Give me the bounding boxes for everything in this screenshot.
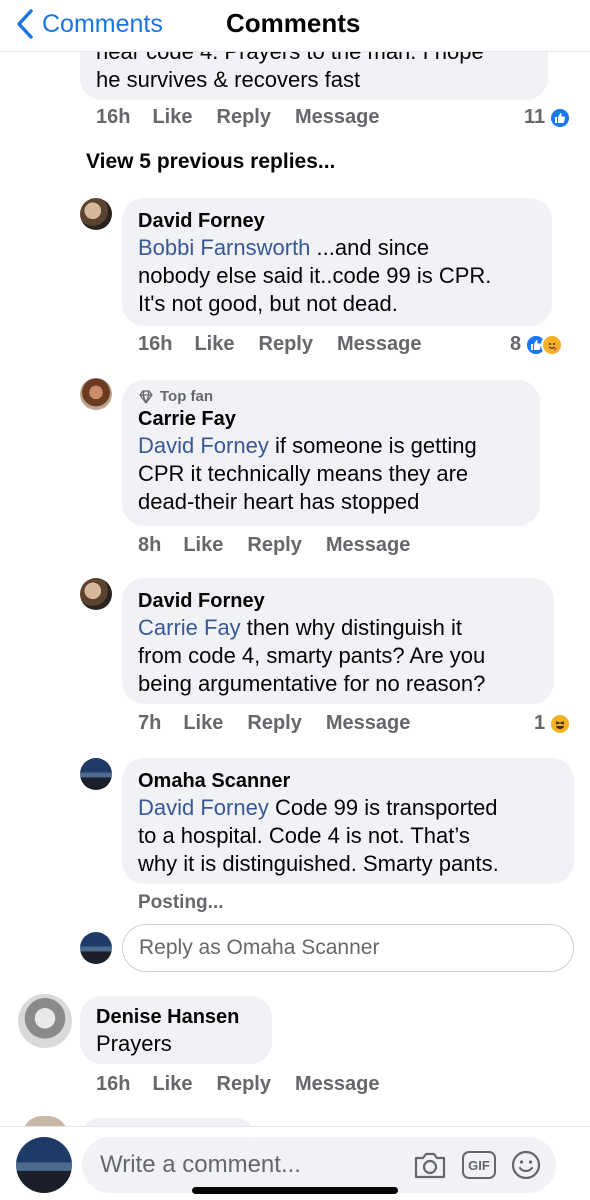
like-button[interactable]: Like xyxy=(152,106,192,129)
avatar xyxy=(16,1137,72,1193)
like-button[interactable]: Like xyxy=(152,1073,192,1096)
author-name[interactable]: David Forney xyxy=(138,208,536,234)
chevron-left-icon xyxy=(17,9,33,39)
gif-icon[interactable]: GIF xyxy=(462,1151,496,1179)
comment-text: he survives & recovers fast xyxy=(96,67,361,92)
reply-bubble: David Forney Bobbi Farnsworth ...and sin… xyxy=(122,198,552,326)
reaction-count: 1 xyxy=(534,712,546,734)
reply-bubble: Top fan Carrie Fay David Forney if someo… xyxy=(122,380,540,526)
reply-time: 8h xyxy=(138,534,162,556)
composer-placeholder: Write a comment... xyxy=(100,1151,301,1178)
reply-text: Carrie Fay then why distinguish it xyxy=(138,615,463,640)
message-button[interactable]: Message xyxy=(295,106,380,129)
comment-actions: 16h Like Reply Message xyxy=(96,106,403,129)
haha-reaction-icon xyxy=(549,712,572,735)
reply-text-line: to a hospital. Code 4 is not. That’s xyxy=(138,823,470,848)
reply-button[interactable]: Reply xyxy=(217,1073,271,1096)
reaction-summary[interactable]: 8 xyxy=(510,333,564,356)
emoji-icon[interactable] xyxy=(510,1149,542,1181)
avatar[interactable] xyxy=(18,994,72,1048)
reply-actions: 7h Like Reply Message xyxy=(138,712,434,735)
comment-text: Prayers xyxy=(96,1031,172,1056)
reply-text: David Forney if someone is getting xyxy=(138,433,477,458)
reply-text: David Forney Code 99 is transported xyxy=(138,795,498,820)
reaction-count: 8 xyxy=(510,333,522,355)
like-button[interactable]: Like xyxy=(183,712,223,735)
care-reaction-icon xyxy=(541,333,564,356)
reply-input-placeholder: Reply as Omaha Scanner xyxy=(139,936,380,959)
author-name[interactable]: Denise Hansen xyxy=(96,1004,256,1030)
reaction-count: 11 xyxy=(524,106,546,128)
reply-bubble: Omaha Scanner David Forney Code 99 is tr… xyxy=(122,758,574,884)
comment-time: 16h xyxy=(96,1073,131,1095)
home-indicator xyxy=(192,1187,398,1194)
camera-icon[interactable] xyxy=(412,1149,448,1181)
reply-bubble: David Forney Carrie Fay then why disting… xyxy=(122,578,554,704)
posting-status: Posting... xyxy=(138,892,224,913)
reply-actions: 8h Like Reply Message xyxy=(138,534,434,557)
like-button[interactable]: Like xyxy=(183,534,223,557)
avatar[interactable] xyxy=(80,578,112,610)
reply-text-line: why it is distinguished. Smarty pants. xyxy=(138,851,499,876)
comment-composer[interactable]: Write a comment... GIF xyxy=(82,1137,556,1193)
message-button[interactable]: Message xyxy=(295,1073,380,1096)
reaction-summary[interactable]: 1 xyxy=(534,712,572,735)
reply-button[interactable]: Reply xyxy=(217,106,271,129)
reply-time: 16h xyxy=(138,333,173,355)
composer-actions: GIF xyxy=(398,1149,542,1181)
back-label: Comments xyxy=(42,9,163,38)
comment-bubble: Denise Hansen Prayers xyxy=(80,996,272,1064)
reply-text-line: being argumentative for no reason? xyxy=(138,671,486,696)
reply-text-line: dead-their heart has stopped xyxy=(138,489,420,514)
reply-text: Bobbi Farnsworth ...and since xyxy=(138,235,430,260)
message-button[interactable]: Message xyxy=(337,333,422,356)
page-title: Comments xyxy=(226,8,361,38)
reply-text-line: It's not good, but not dead. xyxy=(138,291,398,316)
reply-input[interactable]: Reply as Omaha Scanner xyxy=(122,924,574,972)
diamond-icon xyxy=(139,390,153,404)
header: Comments Comments xyxy=(0,0,590,52)
top-fan-badge: Top fan xyxy=(138,388,524,406)
reply-text-line: from code 4, smarty pants? Are you xyxy=(138,643,486,668)
like-reaction-icon xyxy=(549,106,572,129)
reply-text-line: CPR it technically means they are xyxy=(138,461,469,486)
mention-link[interactable]: David Forney xyxy=(138,433,269,458)
reply-text-line: nobody else said it..code 99 is CPR. xyxy=(138,263,492,288)
comment-time: 16h xyxy=(96,106,131,128)
avatar[interactable] xyxy=(80,198,112,230)
message-button[interactable]: Message xyxy=(326,534,411,557)
message-button[interactable]: Message xyxy=(326,712,411,735)
mention-link[interactable]: Bobbi Farnsworth xyxy=(138,235,310,260)
author-name[interactable]: Carrie Fay xyxy=(138,406,524,432)
reaction-summary[interactable]: 11 xyxy=(524,106,572,129)
reply-button[interactable]: Reply xyxy=(247,712,301,735)
like-button[interactable]: Like xyxy=(194,333,234,356)
view-previous-replies[interactable]: View 5 previous replies... xyxy=(86,150,335,174)
comment-actions: 16h Like Reply Message xyxy=(96,1073,403,1096)
avatar[interactable] xyxy=(80,758,112,790)
reply-actions: 16h Like Reply Message xyxy=(138,333,445,356)
back-button[interactable]: Comments xyxy=(16,6,163,42)
avatar xyxy=(80,932,112,964)
reply-time: 7h xyxy=(138,712,162,734)
composer-bar: Write a comment... GIF xyxy=(0,1126,590,1200)
reply-button[interactable]: Reply xyxy=(247,534,301,557)
mention-link[interactable]: David Forney xyxy=(138,795,269,820)
author-name[interactable]: David Forney xyxy=(138,588,538,614)
mention-link[interactable]: Carrie Fay xyxy=(138,615,241,640)
author-name[interactable]: Omaha Scanner xyxy=(138,768,558,794)
reply-button[interactable]: Reply xyxy=(259,333,313,356)
avatar[interactable] xyxy=(80,378,112,410)
